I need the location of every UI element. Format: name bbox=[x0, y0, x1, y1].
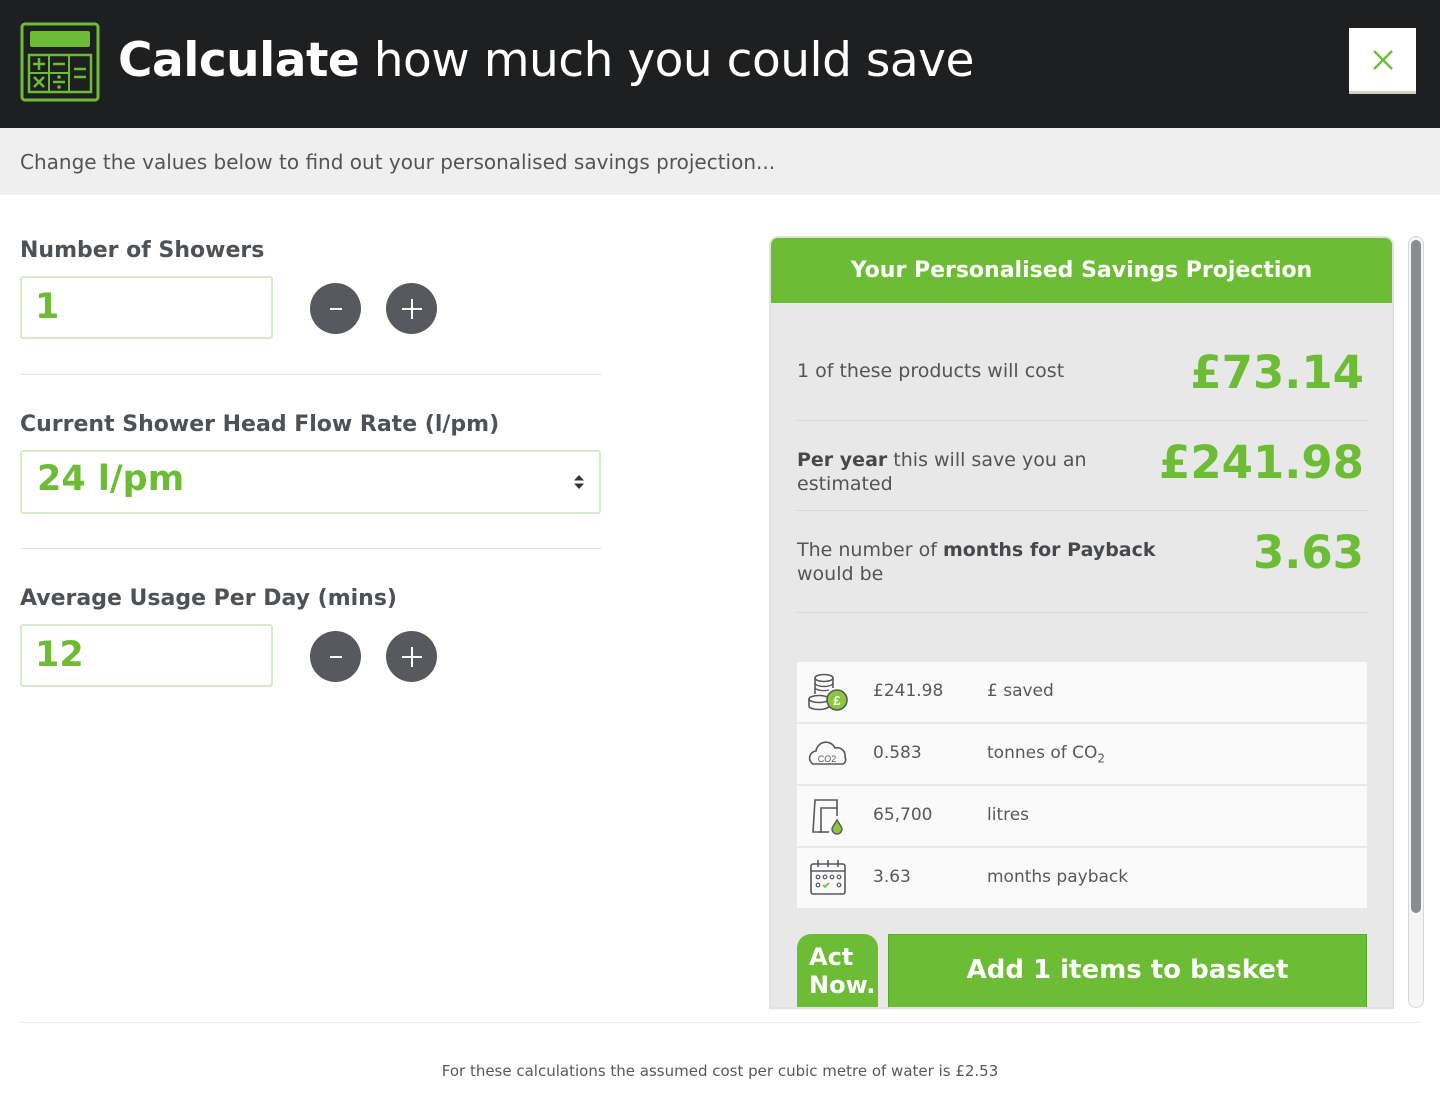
payback-bold: months for Payback bbox=[942, 539, 1156, 561]
co2-label: tonnes of CO2 bbox=[987, 743, 1105, 765]
header-bar: Calculate how much you could save bbox=[0, 0, 1440, 128]
page-title: Calculate how much you could save bbox=[118, 30, 974, 92]
calculator-icon bbox=[20, 22, 100, 102]
flow-rate-label: Current Shower Head Flow Rate (l/pm) bbox=[20, 412, 500, 437]
act-now-badge: Act Now. bbox=[797, 934, 878, 1007]
footnote: For these calculations the assumed cost … bbox=[441, 1062, 999, 1080]
summary-row-payback: 3.63 months payback bbox=[797, 848, 1367, 908]
projection-title: Your Personalised Savings Projection bbox=[850, 258, 1313, 283]
litres-value: 65,700 bbox=[873, 805, 933, 825]
close-button[interactable] bbox=[1349, 28, 1416, 94]
money-saved-label: £ saved bbox=[987, 681, 1054, 701]
tap-icon bbox=[812, 799, 843, 835]
co2-cloud-icon: CO2 bbox=[808, 741, 847, 765]
showers-increment-button[interactable] bbox=[386, 283, 437, 334]
plus-icon bbox=[401, 298, 422, 319]
summary-row-money: £ £241.98 £ saved bbox=[797, 662, 1367, 722]
savings-summary-list: £ £241.98 £ saved CO2 0.583 tonnes of CO… bbox=[797, 662, 1367, 910]
payback-months-value: 3.63 bbox=[873, 867, 911, 887]
per-year-label: Per year this will save you an estimated bbox=[797, 448, 1177, 496]
instructions-text: Change the values below to find out your… bbox=[20, 150, 776, 174]
title-rest: how much you could save bbox=[373, 33, 975, 88]
minus-icon bbox=[329, 655, 342, 658]
litres-label: litres bbox=[987, 805, 1030, 825]
close-icon bbox=[1372, 49, 1393, 70]
cost-label: 1 of these products will cost bbox=[797, 360, 1065, 382]
divider bbox=[797, 420, 1367, 421]
co2-value: 0.583 bbox=[873, 743, 922, 763]
add-to-basket-button[interactable]: Add 1 items to basket bbox=[888, 934, 1367, 1007]
svg-text:CO2: CO2 bbox=[818, 754, 837, 764]
payback-text-a: The number of bbox=[797, 539, 943, 561]
scrollbar[interactable] bbox=[1408, 236, 1424, 1008]
usage-label: Average Usage Per Day (mins) bbox=[20, 586, 397, 611]
payback-text-b: would be bbox=[797, 563, 884, 585]
title-strong: Calculate bbox=[118, 33, 360, 88]
calendar-icon bbox=[810, 860, 846, 895]
act-now-line1: Act bbox=[809, 943, 854, 971]
savings-projection-panel: Your Personalised Savings Projection 1 o… bbox=[769, 236, 1394, 1009]
usage-decrement-button[interactable] bbox=[310, 631, 361, 682]
cost-value: £73.14 bbox=[1190, 346, 1364, 399]
divider bbox=[797, 612, 1367, 613]
flow-rate-select[interactable]: 24 l/pm bbox=[20, 450, 601, 514]
divider bbox=[20, 374, 602, 375]
act-now-line2: Now. bbox=[809, 971, 876, 999]
summary-row-co2: CO2 0.583 tonnes of CO2 bbox=[797, 724, 1367, 784]
payback-value: 3.63 bbox=[1252, 526, 1364, 579]
svg-text:£: £ bbox=[833, 693, 841, 708]
instructions-bar: Change the values below to find out your… bbox=[0, 128, 1440, 195]
co2-label-subscript: 2 bbox=[1097, 751, 1106, 766]
divider bbox=[797, 510, 1367, 511]
scrollbar-thumb[interactable] bbox=[1411, 240, 1421, 913]
co2-label-text: tonnes of CO bbox=[987, 743, 1098, 763]
payback-months-label: months payback bbox=[987, 867, 1129, 887]
footer-divider bbox=[20, 1022, 1420, 1023]
divider bbox=[20, 548, 602, 549]
showers-label: Number of Showers bbox=[20, 238, 265, 263]
usage-input[interactable]: 12 bbox=[20, 624, 273, 687]
plus-icon bbox=[401, 646, 422, 667]
payback-label: The number of months for Payback would b… bbox=[797, 538, 1192, 586]
per-year-bold: Per year bbox=[797, 449, 888, 471]
projection-header: Your Personalised Savings Projection bbox=[771, 238, 1392, 303]
usage-increment-button[interactable] bbox=[386, 631, 437, 682]
coins-icon: £ bbox=[808, 673, 848, 711]
minus-icon bbox=[329, 307, 342, 310]
showers-input[interactable]: 1 bbox=[20, 276, 273, 339]
money-saved-value: £241.98 bbox=[873, 681, 944, 701]
summary-row-water: 65,700 litres bbox=[797, 786, 1367, 846]
flow-rate-value: 24 l/pm bbox=[37, 459, 185, 499]
add-to-basket-label: Add 1 items to basket bbox=[966, 955, 1289, 985]
showers-decrement-button[interactable] bbox=[310, 283, 361, 334]
per-year-value: £241.98 bbox=[1159, 436, 1364, 489]
select-arrows-icon bbox=[574, 475, 584, 489]
